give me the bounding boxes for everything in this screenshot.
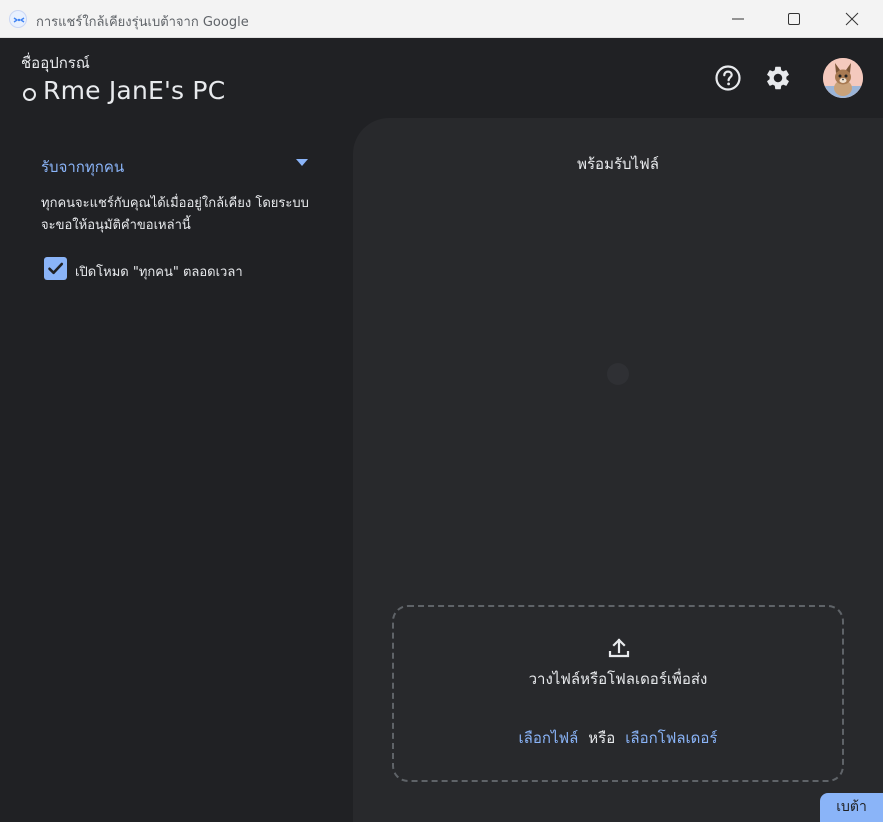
- maximize-button[interactable]: [769, 0, 819, 38]
- ready-status: พร้อมรับไฟล์: [577, 155, 659, 173]
- minimize-button[interactable]: [713, 0, 763, 38]
- settings-button[interactable]: [764, 64, 792, 92]
- gear-icon: [767, 66, 789, 90]
- account-avatar[interactable]: [823, 58, 863, 98]
- close-icon: [845, 12, 859, 26]
- visibility-description: ทุกคนจะแชร์กับคุณได้เมื่ออยู่ใกล้เคียง โ…: [41, 196, 309, 233]
- always-on-label: เปิดโหมด "ทุกคน" ตลอดเวลา: [75, 265, 243, 280]
- window-title: การแชร์ใกล้เคียงรุ่นเบต้าจาก Google: [36, 15, 249, 30]
- check-icon: [48, 262, 64, 275]
- status-indicator-icon: [23, 88, 36, 101]
- drop-prompt: วางไฟล์หรือโฟลเดอร์เพื่อส่ง: [528, 670, 708, 688]
- or-text: หรือ: [588, 729, 616, 747]
- beta-badge[interactable]: เบต้า: [820, 793, 883, 822]
- upload-icon: [608, 638, 630, 658]
- receive-panel: พร้อมรับไฟล์ วางไฟล์หรือโฟลเดอร์เพื่อส่ง…: [353, 118, 883, 822]
- choose-row: เลือกไฟล์ หรือ เลือกโฟลเดอร์: [394, 726, 842, 750]
- avatar-image: [823, 58, 863, 98]
- help-button[interactable]: [714, 64, 742, 92]
- always-on-checkbox[interactable]: [44, 257, 67, 280]
- device-name: Rme JanE's PC: [43, 76, 226, 105]
- device-placeholder-icon: [607, 363, 629, 385]
- nearby-share-app-icon: [9, 10, 27, 28]
- visibility-dropdown[interactable]: รับจากทุกคน: [41, 155, 124, 179]
- minimize-icon: [732, 18, 744, 20]
- close-button[interactable]: [827, 0, 877, 38]
- drop-zone[interactable]: วางไฟล์หรือโฟลเดอร์เพื่อส่ง เลือกไฟล์ หรื…: [392, 605, 844, 782]
- device-name-label: ชื่ออุปกรณ์: [21, 54, 90, 72]
- chevron-down-icon[interactable]: [296, 159, 308, 167]
- title-bar: การแชร์ใกล้เคียงรุ่นเบต้าจาก Google: [0, 0, 883, 38]
- choose-folders-link[interactable]: เลือกโฟลเดอร์: [625, 729, 717, 747]
- maximize-icon: [788, 13, 800, 25]
- choose-files-link[interactable]: เลือกไฟล์: [519, 729, 579, 747]
- help-circle-icon: [715, 65, 741, 91]
